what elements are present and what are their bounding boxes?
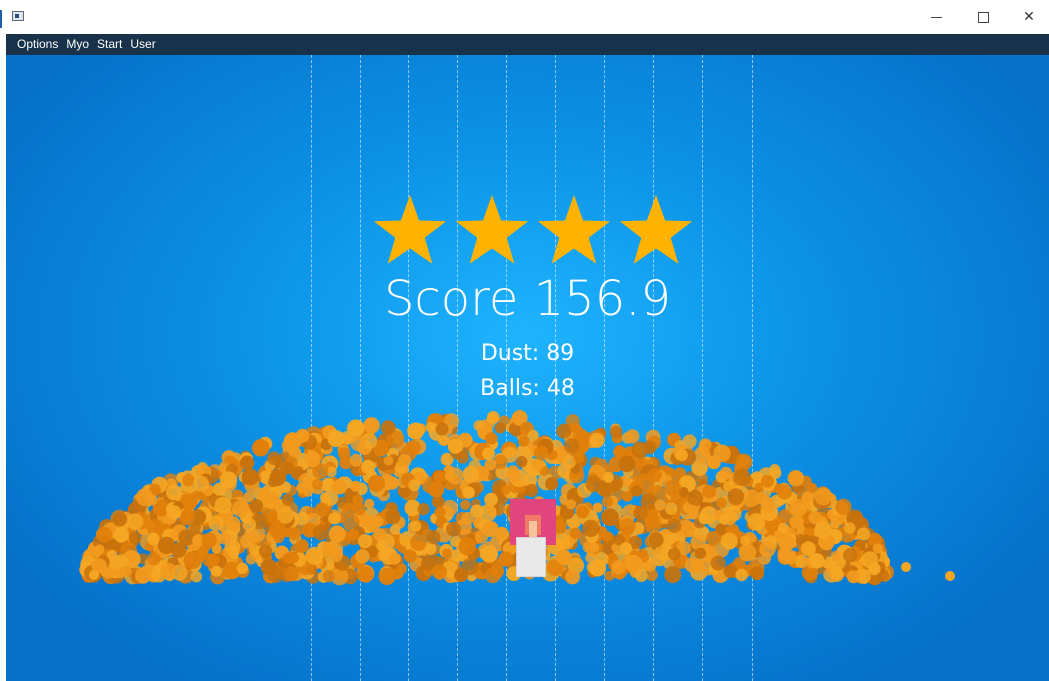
menu-start[interactable]: Start [94,34,125,55]
menu-options[interactable]: Options [14,34,61,55]
maximize-button[interactable] [960,0,1006,34]
menu-myo[interactable]: Myo [63,34,92,55]
close-button[interactable]: ✕ [1006,0,1049,34]
close-icon: ✕ [1023,9,1035,25]
minimize-button[interactable] [913,0,959,34]
menu-user[interactable]: User [127,34,158,55]
window-app-icon[interactable] [12,11,24,21]
balls-label: Balls: 48 [480,376,575,401]
star-icon [619,195,693,264]
star-rating [372,193,693,269]
minimize-icon [930,16,942,18]
star-icon [537,195,611,264]
maximize-icon [977,11,989,23]
app-window: ✕ Options Myo Start User Score 156.9 Dus… [0,0,1049,681]
menu-bar: Options Myo Start User [6,34,1049,55]
star-icon [373,195,447,264]
window-edge-accent [0,10,2,28]
score-label: Score 156.9 [383,271,672,327]
player-cannon [516,537,546,577]
ball-pile [79,410,955,586]
title-bar: ✕ [0,0,1049,34]
star-icon [455,195,529,264]
game-canvas[interactable]: Score 156.9 Dust: 89 Balls: 48 [6,55,1049,681]
player-flame-core [529,521,537,537]
dust-label: Dust: 89 [480,341,575,366]
